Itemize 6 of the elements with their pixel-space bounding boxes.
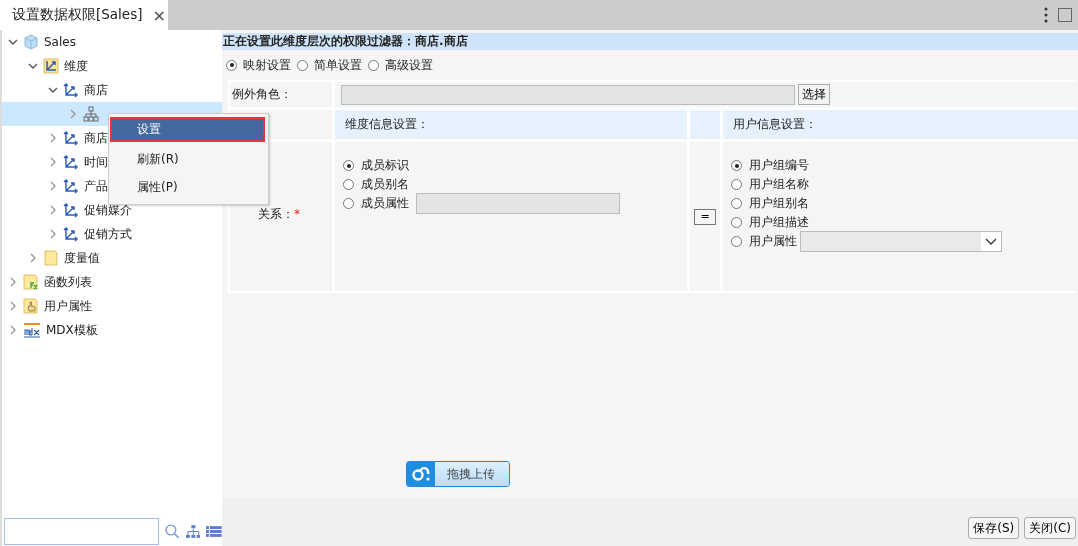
column-header: 用户信息设置： bbox=[723, 110, 1078, 139]
column-header: 维度信息设置： bbox=[335, 110, 687, 139]
filter-header: 正在设置此维度层次的权限过滤器：商店.商店 bbox=[222, 33, 1078, 50]
field-label: 关系：* bbox=[258, 206, 300, 223]
tab-title: 设置数据权限[Sales] bbox=[12, 6, 143, 24]
field-label: 例外角色： bbox=[230, 82, 332, 107]
